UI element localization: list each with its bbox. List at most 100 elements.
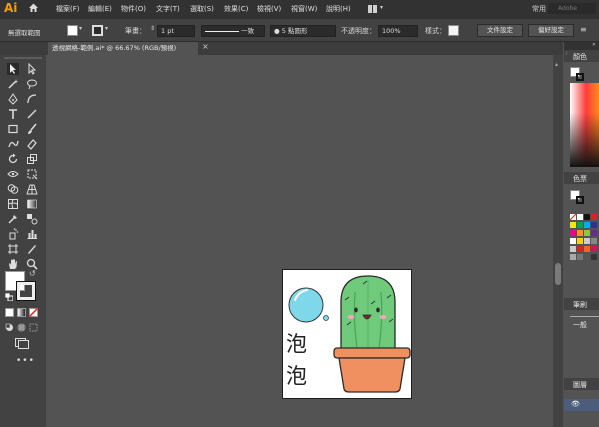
brushes-panel-header[interactable]: 筆刷 (564, 298, 599, 310)
direct-selection-tool-icon[interactable] (26, 62, 38, 75)
screen-mode-icon[interactable] (15, 338, 29, 349)
menu-help[interactable]: 說明(H) (326, 4, 351, 14)
home-icon[interactable] (28, 2, 39, 13)
layers-panel-header[interactable]: 圖層 (564, 378, 599, 390)
stroke-weight-field[interactable]: 1 pt (157, 25, 195, 37)
eraser-tool-icon[interactable] (26, 138, 38, 150)
hand-tool-icon[interactable] (7, 258, 19, 270)
app-logo: Ai (4, 1, 18, 15)
close-icon[interactable]: × (202, 42, 209, 51)
rotate-tool-icon[interactable] (7, 153, 19, 165)
stroke-color-box[interactable] (16, 281, 36, 301)
scroll-up-icon[interactable]: ▴ (555, 61, 558, 68)
selection-status: 無選取範圍 (8, 29, 41, 37)
workspace-switcher[interactable]: 常用 (532, 4, 546, 14)
brushes-panel-tab[interactable]: 筆刷 (573, 300, 587, 310)
shape-builder-tool-icon[interactable] (7, 183, 19, 195)
gradient-mode-icon[interactable] (17, 308, 26, 317)
style-swatch[interactable] (448, 25, 459, 36)
eyedropper-tool-icon[interactable] (7, 213, 19, 225)
swatches-panel-header[interactable]: 色票 (564, 172, 599, 184)
brush-stroke-preview (570, 316, 599, 317)
artboard[interactable]: 泡 泡 (282, 269, 412, 399)
search-input[interactable]: Adobe (548, 3, 596, 14)
curvature-tool-icon[interactable] (26, 93, 38, 105)
width-tool-icon[interactable] (7, 168, 19, 180)
rectangle-tool-icon[interactable] (7, 123, 19, 135)
layers-panel-tab[interactable]: 圖層 (573, 380, 587, 390)
pen-tool-icon[interactable] (7, 93, 19, 105)
collapse-icon[interactable]: « (592, 41, 596, 48)
scrollbar-thumb[interactable] (555, 263, 561, 285)
swap-colors-icon[interactable]: ↺ (29, 269, 36, 278)
brush-label: 5 點圓形 (281, 27, 308, 35)
stepper-icon[interactable]: ⇕ (150, 25, 155, 32)
align-icon[interactable]: ≡ (580, 25, 587, 34)
bubble-graphic (288, 287, 329, 323)
stroke-label: 筆畫： (125, 27, 146, 35)
column-graph-tool-icon[interactable] (26, 228, 38, 240)
line-segment-tool-icon[interactable] (26, 108, 38, 120)
mesh-tool-icon[interactable] (7, 198, 19, 210)
draw-inside-icon[interactable] (29, 323, 38, 332)
color-panel-header[interactable]: ⁞ 顏色 (564, 50, 599, 62)
type-tool-icon[interactable] (7, 108, 19, 120)
stroke-swatch[interactable] (92, 25, 103, 36)
color-panel-tab[interactable]: 顏色 (573, 52, 587, 62)
scale-tool-icon[interactable] (26, 153, 38, 165)
selection-tool-icon[interactable] (7, 63, 19, 75)
menu-type[interactable]: 文字(T) (156, 4, 180, 14)
vertical-scrollbar[interactable]: ▴ (553, 55, 563, 427)
menu-file[interactable]: 檔案(F) (56, 4, 80, 14)
magic-wand-tool-icon[interactable] (7, 78, 19, 90)
slice-tool-icon[interactable] (26, 243, 38, 255)
swatch-grid[interactable] (569, 213, 599, 269)
none-mode-icon[interactable] (28, 307, 39, 318)
color-spectrum[interactable] (570, 83, 599, 167)
grip-icon: ⁞ (566, 51, 568, 57)
fill-swatch[interactable] (67, 25, 78, 36)
doc-setup-button[interactable]: 文件設定 (477, 24, 523, 37)
chevron-down-icon[interactable]: ▾ (79, 25, 82, 32)
shaper-tool-icon[interactable] (7, 138, 19, 150)
chevron-down-icon[interactable]: ▾ (105, 25, 108, 32)
perspective-grid-tool-icon[interactable] (26, 183, 38, 195)
lasso-tool-icon[interactable] (26, 78, 38, 90)
menu-effect[interactable]: 效果(C) (224, 4, 248, 14)
default-colors-icon[interactable] (4, 292, 14, 302)
menu-window[interactable]: 視窗(W) (291, 4, 317, 14)
swatch-stroke-box[interactable] (576, 196, 584, 204)
chevron-down-icon[interactable]: ▾ (380, 4, 383, 11)
menu-view[interactable]: 檢視(V) (257, 4, 281, 14)
arrange-documents-icon[interactable] (368, 4, 378, 14)
control-bar: 無選取範圍 ▾ ▾ 筆畫： ⇕ 1 pt 一致 ● 5 點圓形 不透明度： 10… (0, 19, 599, 42)
menu-object[interactable]: 物件(O) (121, 4, 146, 14)
artboard-tool-icon[interactable] (7, 243, 19, 255)
swatches-panel-tab[interactable]: 色票 (573, 174, 587, 184)
edit-toolbar-icon[interactable]: ••• (16, 356, 35, 366)
layer-row[interactable]: 👁 (564, 399, 599, 411)
color-stroke-box[interactable] (576, 73, 584, 81)
blend-tool-icon[interactable] (26, 213, 38, 225)
panel-collapse-bar[interactable]: « (564, 41, 599, 50)
draw-normal-icon[interactable] (5, 323, 14, 332)
symbol-sprayer-tool-icon[interactable] (7, 228, 19, 240)
brush-field[interactable]: ● 5 點圓形 (270, 25, 336, 37)
menu-edit[interactable]: 編輯(E) (88, 4, 112, 14)
menu-select[interactable]: 選取(S) (190, 4, 214, 14)
brush-item-label[interactable]: 一般 (573, 320, 587, 330)
eye-icon[interactable]: 👁 (571, 400, 580, 408)
preferences-button[interactable]: 偏好設定 (528, 24, 574, 37)
paintbrush-tool-icon[interactable] (26, 123, 38, 135)
draw-behind-icon[interactable] (17, 323, 26, 332)
panel-grip[interactable] (4, 57, 42, 59)
cactus-graphic (340, 275, 396, 351)
color-mode-icon[interactable] (5, 308, 14, 317)
gradient-tool-icon[interactable] (26, 198, 38, 210)
document-tab[interactable]: 透視網格-範例.ai* @ 66.67% (RGB/預視) (48, 42, 198, 55)
tools-panel: ↺ ••• (0, 55, 46, 427)
free-transform-tool-icon[interactable] (26, 168, 38, 180)
opacity-field[interactable]: 100% (378, 25, 418, 37)
line-style-field[interactable]: 一致 (201, 25, 265, 37)
style-label: 樣式： (425, 27, 446, 35)
